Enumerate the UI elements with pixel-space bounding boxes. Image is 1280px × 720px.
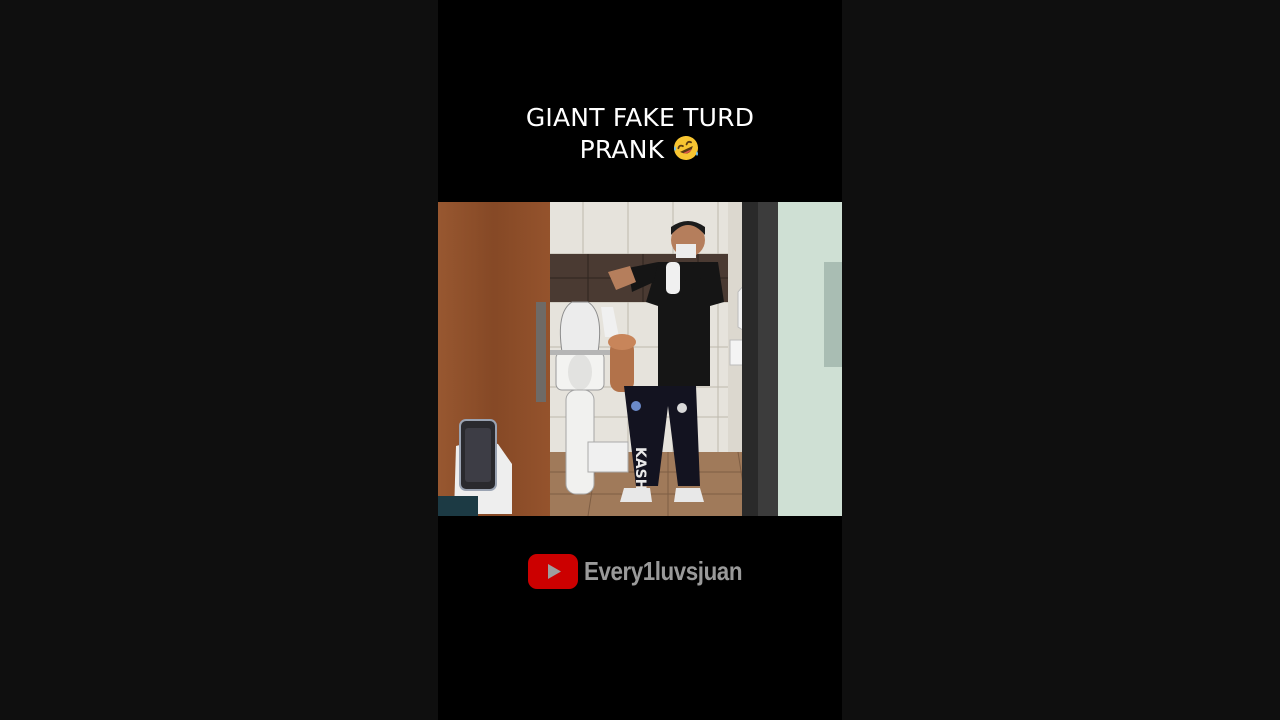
- pants-print-text: KASH: [632, 447, 648, 490]
- channel-watermark: Every1luvsjuan: [528, 553, 768, 589]
- rolling-on-floor-laughing-emoji-icon: [674, 136, 699, 160]
- short-video-frame[interactable]: GIANT FAKE TURD PRANK KASH Every1luvsjua…: [438, 0, 842, 720]
- title-line-2: PRANK: [438, 134, 842, 166]
- title-line-2-text: PRANK: [579, 135, 665, 164]
- video-player-page: GIANT FAKE TURD PRANK KASH Every1luvsjua…: [0, 0, 1280, 720]
- video-title-caption: GIANT FAKE TURD PRANK: [438, 102, 842, 166]
- channel-name: Every1luvsjuan: [584, 555, 743, 586]
- video-scene-image: KASH: [438, 202, 842, 516]
- youtube-logo-icon: [528, 553, 578, 589]
- bathroom-scene-illustration: KASH: [438, 202, 842, 516]
- title-line-1: GIANT FAKE TURD: [525, 103, 755, 132]
